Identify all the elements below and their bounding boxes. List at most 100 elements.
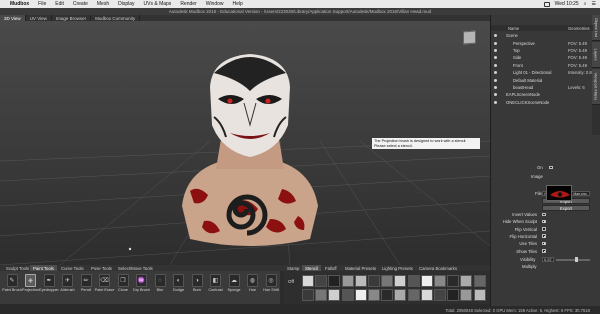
search-icon[interactable]: ⌕ [584,1,587,7]
stencil-thumbnail[interactable] [354,289,367,301]
option-checkbox[interactable] [542,227,546,231]
visibility-eye-icon[interactable] [494,48,497,52]
header-geometries[interactable]: Geometries [568,26,590,31]
tool-blur[interactable]: ◌ Blur [150,274,170,299]
stencil-thumbnail[interactable] [328,275,341,287]
stencil-thumbnail[interactable] [315,289,328,301]
visibility-field[interactable]: 0.57 [542,256,554,262]
tree-row[interactable]: Top FOV: 5.49 [491,47,593,54]
stencil-thumbnail[interactable] [381,289,394,301]
menu-list-icon[interactable]: ☰ [592,1,596,7]
tool-dry-brush[interactable]: ♒ Dry Brush [132,274,152,299]
option-checkbox[interactable] [542,249,546,253]
menu-bar-tray: Wed 10:25 ⌕ ☰ [543,1,600,7]
tool-burn[interactable]: ◑ Burn [187,274,207,299]
tab-layers[interactable]: Layers [592,42,600,68]
stencil-thumbnail[interactable] [407,275,420,287]
menu-display[interactable]: Display [118,1,134,7]
stencil-thumbnail[interactable] [368,275,380,287]
tree-row[interactable]: Scene [491,32,593,39]
stencil-thumbnail[interactable] [420,289,433,301]
stencil-thumbnail[interactable] [473,275,486,287]
visibility-eye-icon[interactable] [494,41,497,45]
stencil-thumbnail[interactable] [394,275,407,287]
stencil-thumbnail[interactable] [473,289,486,301]
stencil-thumbnail[interactable] [434,289,446,301]
visibility-slider[interactable] [556,257,590,262]
visibility-eye-icon[interactable] [494,93,497,97]
stencil-preview[interactable] [546,185,572,201]
3d-viewport[interactable]: The Projection brush is designed to work… [0,21,490,265]
menu-file[interactable]: File [38,1,46,7]
stencil-thumbnail[interactable] [407,289,420,301]
stencil-thumbnail[interactable] [460,275,473,287]
visibility-eye-icon[interactable] [494,100,497,104]
view-cube[interactable] [463,30,476,45]
tool-sponge[interactable]: ☁ Sponge [224,274,244,299]
stencil-thumbnail[interactable] [420,275,433,287]
battery-icon[interactable] [543,1,550,7]
option-checkbox[interactable] [542,241,546,246]
visibility-eye-icon[interactable] [494,63,497,67]
stencil-thumbnail[interactable] [302,275,314,287]
option-checkbox[interactable] [542,219,546,224]
tool-airbrush[interactable]: ✈ Airbrush [58,274,78,299]
visibility-eye-icon[interactable] [494,78,497,82]
stencil-thumbnail[interactable] [354,275,367,287]
visibility-eye-icon[interactable] [494,85,497,89]
tool-paint-brush[interactable]: ✎ Paint Brush [2,274,22,299]
menu-window[interactable]: Window [206,1,224,7]
stencil-thumbnail[interactable] [447,275,460,287]
stencil-thumbnail[interactable] [315,275,328,287]
stencil-off-button[interactable]: Off [288,279,294,284]
stencil-thumbnail[interactable] [341,275,354,287]
stencil-thumbnail[interactable] [368,289,380,301]
tab-object-list[interactable]: Object List [592,15,600,41]
visibility-eye-icon[interactable] [494,34,497,38]
visibility-eye-icon[interactable] [494,56,497,60]
tool-paint-erase[interactable]: ⌫ Paint Erase [95,274,115,299]
tool-clone[interactable]: ❐ Clone [113,274,133,299]
tree-row[interactable]: Side FOV: 5.49 [491,54,593,61]
tree-row[interactable]: EAPLScreenNode [491,91,593,98]
tool-hue[interactable]: ◍ Hue [243,274,263,299]
tab-viewport-filters[interactable]: Viewport Filters [592,69,600,105]
header-name[interactable]: Name [508,26,519,31]
stencil-thumbnail[interactable] [341,289,354,301]
tree-row[interactable]: Front FOV: 5.49 [491,62,593,69]
menu-uvs-maps[interactable]: UVs & Maps [144,1,172,7]
clock[interactable]: Wed 10:25 [555,1,579,7]
stencil-thumbnail[interactable] [460,289,473,301]
tool-pencil[interactable]: ✏ Pencil [76,274,96,299]
option-checkbox[interactable] [542,212,546,216]
tree-row[interactable]: ONECLICKSceneNode [491,99,593,106]
menu-mesh[interactable]: Mesh [97,1,109,7]
visibility-eye-icon[interactable] [494,71,497,75]
tree-row[interactable]: Light 01 - Directional Intensity: 0.8 [491,69,593,76]
tool-eyedropper[interactable]: ✒ Eyedropper [39,274,59,299]
tree-row[interactable]: beastHead Levels: 6 [491,84,593,91]
tool-hue-shift[interactable]: ◎ Hue Shift [261,274,281,299]
menu-help[interactable]: Help [233,1,243,7]
option-checkbox[interactable] [542,234,546,238]
tree-row[interactable]: Perspective FOV: 5.49 [491,39,593,46]
airbrush-icon: ✈ [62,274,73,287]
stencil-thumbnail[interactable] [434,275,446,287]
menu-edit[interactable]: Edit [55,1,64,7]
tool-dodge[interactable]: ◐ Dodge [169,274,189,299]
visibility-slider-knob[interactable] [575,257,578,262]
menu-create[interactable]: Create [73,1,88,7]
export-button[interactable]: Export [542,205,590,211]
stencil-thumbnail[interactable] [302,289,314,301]
tool-contrast[interactable]: ◧ Contrast [206,274,226,299]
stencil-thumbnail[interactable] [328,289,341,301]
stencil-thumbnail[interactable] [394,289,407,301]
tool-projection[interactable]: ◈ Projection [21,274,41,299]
on-checkbox[interactable] [549,165,553,169]
stencil-thumbnail[interactable] [381,275,394,287]
tree-row[interactable]: Default Material [491,76,593,83]
tree-row-name: Front [513,62,523,68]
menu-render[interactable]: Render [180,1,196,7]
stencil-thumbnail[interactable] [447,289,460,301]
app-menu[interactable]: Mudbox [10,1,29,7]
